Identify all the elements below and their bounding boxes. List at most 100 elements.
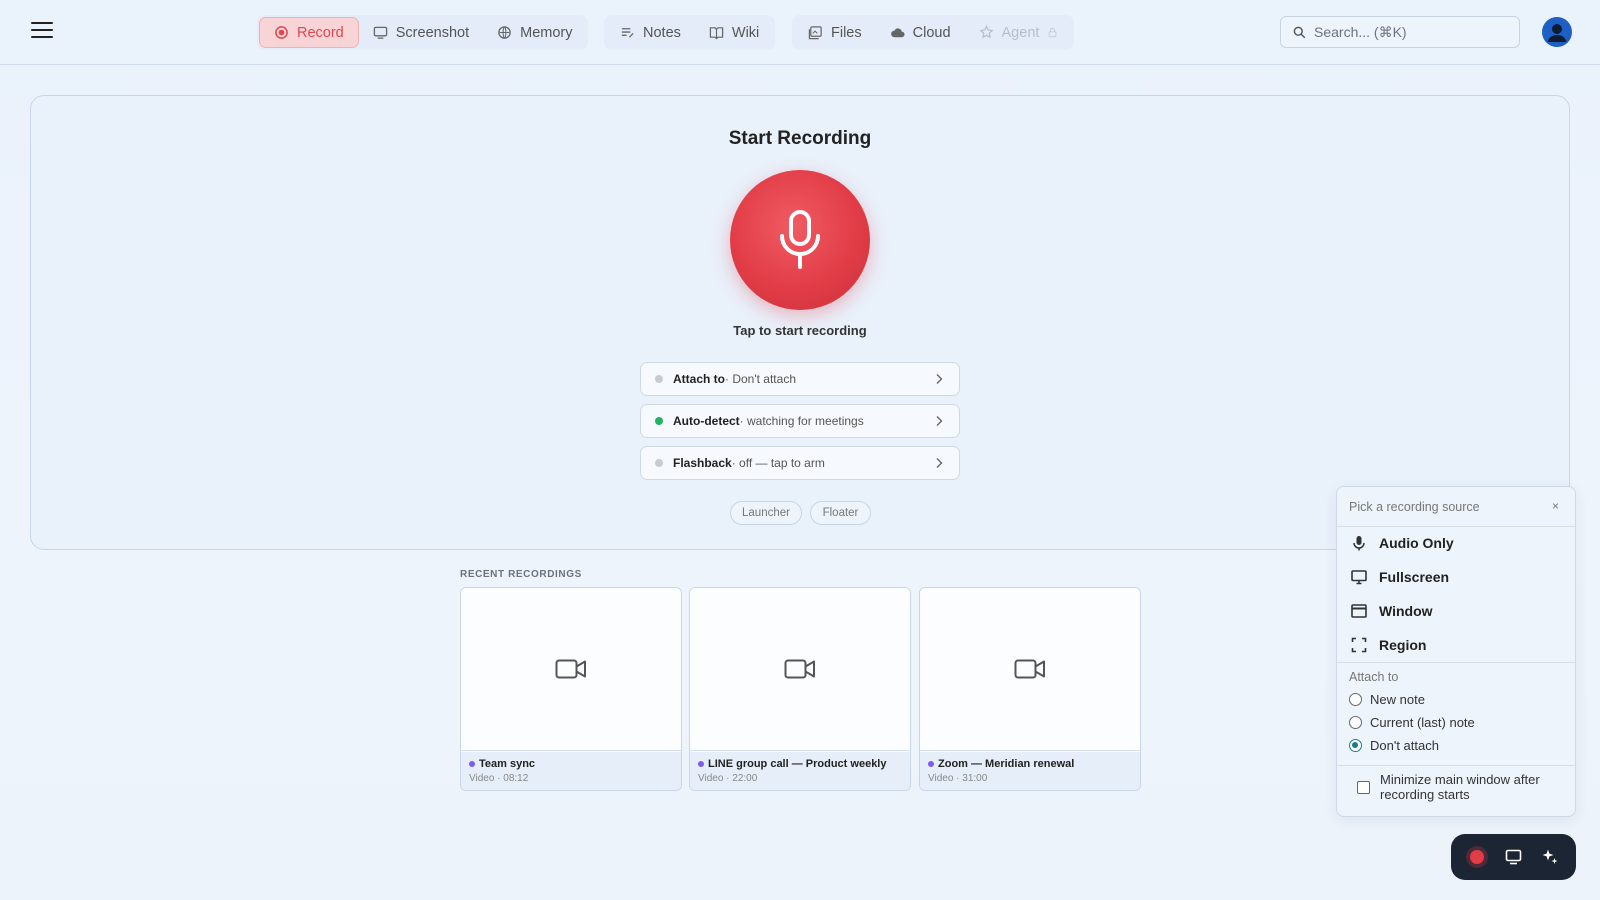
page-title: Start Recording bbox=[728, 128, 872, 149]
radio-button[interactable] bbox=[1349, 692, 1362, 706]
notes-icon bbox=[621, 28, 634, 38]
region-select-icon bbox=[1351, 637, 1367, 653]
chevron-right-icon bbox=[936, 374, 943, 384]
tab-wiki[interactable]: Wiki bbox=[695, 17, 773, 48]
source-label: Audio Only bbox=[1379, 535, 1454, 551]
chevron-right-icon bbox=[936, 416, 943, 426]
tab-label: Screenshot bbox=[395, 24, 470, 41]
floater-screenshot-button[interactable] bbox=[1498, 842, 1528, 872]
recording-title: Team sync bbox=[469, 758, 673, 770]
source-label: Region bbox=[1379, 637, 1427, 653]
search-input[interactable] bbox=[1314, 24, 1504, 40]
monitor-icon bbox=[1351, 570, 1367, 585]
recording-thumbnail bbox=[690, 588, 910, 751]
video-dot bbox=[469, 761, 475, 767]
recording-name: Team sync bbox=[479, 758, 536, 770]
radio-button-selected[interactable] bbox=[1349, 738, 1362, 752]
recording-info: Video · 08:12 bbox=[469, 773, 529, 784]
nav-group-capture: Record Screenshot Memory bbox=[257, 15, 589, 50]
divider bbox=[1337, 765, 1575, 766]
status-dot bbox=[655, 459, 663, 467]
tab-memory[interactable]: Memory bbox=[483, 17, 586, 48]
source-label: Window bbox=[1379, 603, 1433, 619]
attach-radio-dont-attach[interactable]: Don't attach bbox=[1349, 735, 1439, 755]
radio-label: Don't attach bbox=[1370, 737, 1439, 753]
tab-label: Wiki bbox=[731, 24, 760, 41]
divider bbox=[1337, 526, 1575, 527]
recording-title: LINE group call — Product weekly bbox=[698, 758, 902, 770]
tab-label: Files bbox=[831, 24, 862, 41]
radio-button[interactable] bbox=[1349, 715, 1362, 729]
tab-notes[interactable]: Notes bbox=[606, 17, 695, 48]
attach-to-option[interactable]: Attach to · Don't attach bbox=[640, 362, 960, 396]
recording-name: LINE group call — Product weekly bbox=[708, 758, 887, 770]
radio-label: New note bbox=[1370, 691, 1425, 707]
chevron-right-icon bbox=[936, 458, 943, 468]
tab-label: Agent bbox=[1001, 24, 1040, 41]
window-icon bbox=[1351, 604, 1367, 618]
search-box[interactable] bbox=[1280, 16, 1520, 48]
launcher-mode-button[interactable]: Launcher bbox=[730, 501, 802, 525]
popup-title: Pick a recording source bbox=[1349, 500, 1480, 514]
recording-card[interactable]: Zoom — Meridian renewal Video · 31:00 bbox=[919, 587, 1141, 791]
option-label: Attach to bbox=[673, 372, 725, 386]
recording-info: Video · 31:00 bbox=[928, 773, 988, 784]
radio-label: Current (last) note bbox=[1370, 714, 1475, 730]
option-value: · off — tap to arm bbox=[731, 456, 825, 470]
recording-card[interactable]: LINE group call — Product weekly Video ·… bbox=[689, 587, 911, 791]
auto-detect-option[interactable]: Auto-detect · watching for meetings bbox=[640, 404, 960, 438]
source-fullscreen[interactable]: Fullscreen bbox=[1337, 562, 1575, 592]
recent-recordings-heading: RECENT RECORDINGS bbox=[460, 569, 582, 580]
tab-label: Cloud bbox=[912, 24, 951, 41]
tab-files[interactable]: Files bbox=[794, 17, 876, 48]
flashback-option[interactable]: Flashback · off — tap to arm bbox=[640, 446, 960, 480]
tab-label: Record bbox=[297, 24, 344, 41]
floater-record-button[interactable] bbox=[1462, 842, 1492, 872]
memory-icon bbox=[498, 26, 511, 39]
tab-cloud[interactable]: Cloud bbox=[876, 17, 965, 48]
screenshot-icon bbox=[1505, 849, 1522, 865]
tap-hint: Tap to start recording bbox=[733, 323, 867, 338]
sparkle-icon bbox=[1542, 849, 1558, 864]
source-audio-only[interactable]: Audio Only bbox=[1337, 528, 1575, 558]
recording-meta: LINE group call — Product weekly Video ·… bbox=[690, 752, 910, 790]
floating-toolbar bbox=[1451, 834, 1576, 880]
minimize-label: Minimize main window after recording sta… bbox=[1380, 772, 1540, 802]
video-camera-icon bbox=[1014, 659, 1045, 679]
recording-card[interactable]: Team sync Video · 08:12 bbox=[460, 587, 682, 791]
tab-label: Notes bbox=[643, 24, 681, 41]
recording-info: Video · 22:00 bbox=[698, 773, 758, 784]
microphone-icon bbox=[780, 210, 820, 269]
minimize-checkbox[interactable] bbox=[1357, 781, 1370, 794]
menu-icon[interactable] bbox=[31, 22, 53, 42]
avatar[interactable] bbox=[1542, 17, 1572, 47]
minimize-checkbox-row[interactable]: Minimize main window after recording sta… bbox=[1357, 772, 1557, 802]
files-icon bbox=[808, 26, 822, 40]
cloud-icon bbox=[890, 28, 905, 38]
video-dot bbox=[928, 761, 934, 767]
top-bar: Record Screenshot Memory Notes Wiki File… bbox=[0, 0, 1600, 65]
source-window[interactable]: Window bbox=[1337, 596, 1575, 626]
tab-agent[interactable]: Agent bbox=[965, 17, 1073, 48]
divider bbox=[1337, 662, 1575, 663]
recording-meta: Team sync Video · 08:12 bbox=[461, 752, 681, 790]
tab-record[interactable]: Record bbox=[259, 17, 359, 48]
nav-group-knowledge: Notes Wiki bbox=[604, 15, 776, 50]
status-dot bbox=[655, 417, 663, 425]
attach-radio-new-note[interactable]: New note bbox=[1349, 689, 1425, 709]
option-label: Auto-detect bbox=[673, 414, 740, 428]
close-icon[interactable]: × bbox=[1552, 499, 1559, 513]
option-value: · Don't attach bbox=[725, 372, 796, 386]
record-icon bbox=[275, 26, 288, 39]
record-dot-icon bbox=[1470, 850, 1485, 864]
attach-radio-current-note[interactable]: Current (last) note bbox=[1349, 712, 1475, 732]
floater-ai-button[interactable] bbox=[1535, 842, 1565, 872]
video-dot bbox=[698, 761, 704, 767]
wiki-icon bbox=[709, 27, 724, 40]
tab-screenshot[interactable]: Screenshot bbox=[359, 17, 483, 48]
nav-group-storage: Files Cloud Agent bbox=[792, 15, 1075, 50]
start-recording-button[interactable] bbox=[730, 170, 870, 310]
option-label: Flashback bbox=[673, 456, 732, 470]
floater-mode-button[interactable]: Floater bbox=[810, 501, 871, 525]
source-region[interactable]: Region bbox=[1337, 630, 1575, 660]
